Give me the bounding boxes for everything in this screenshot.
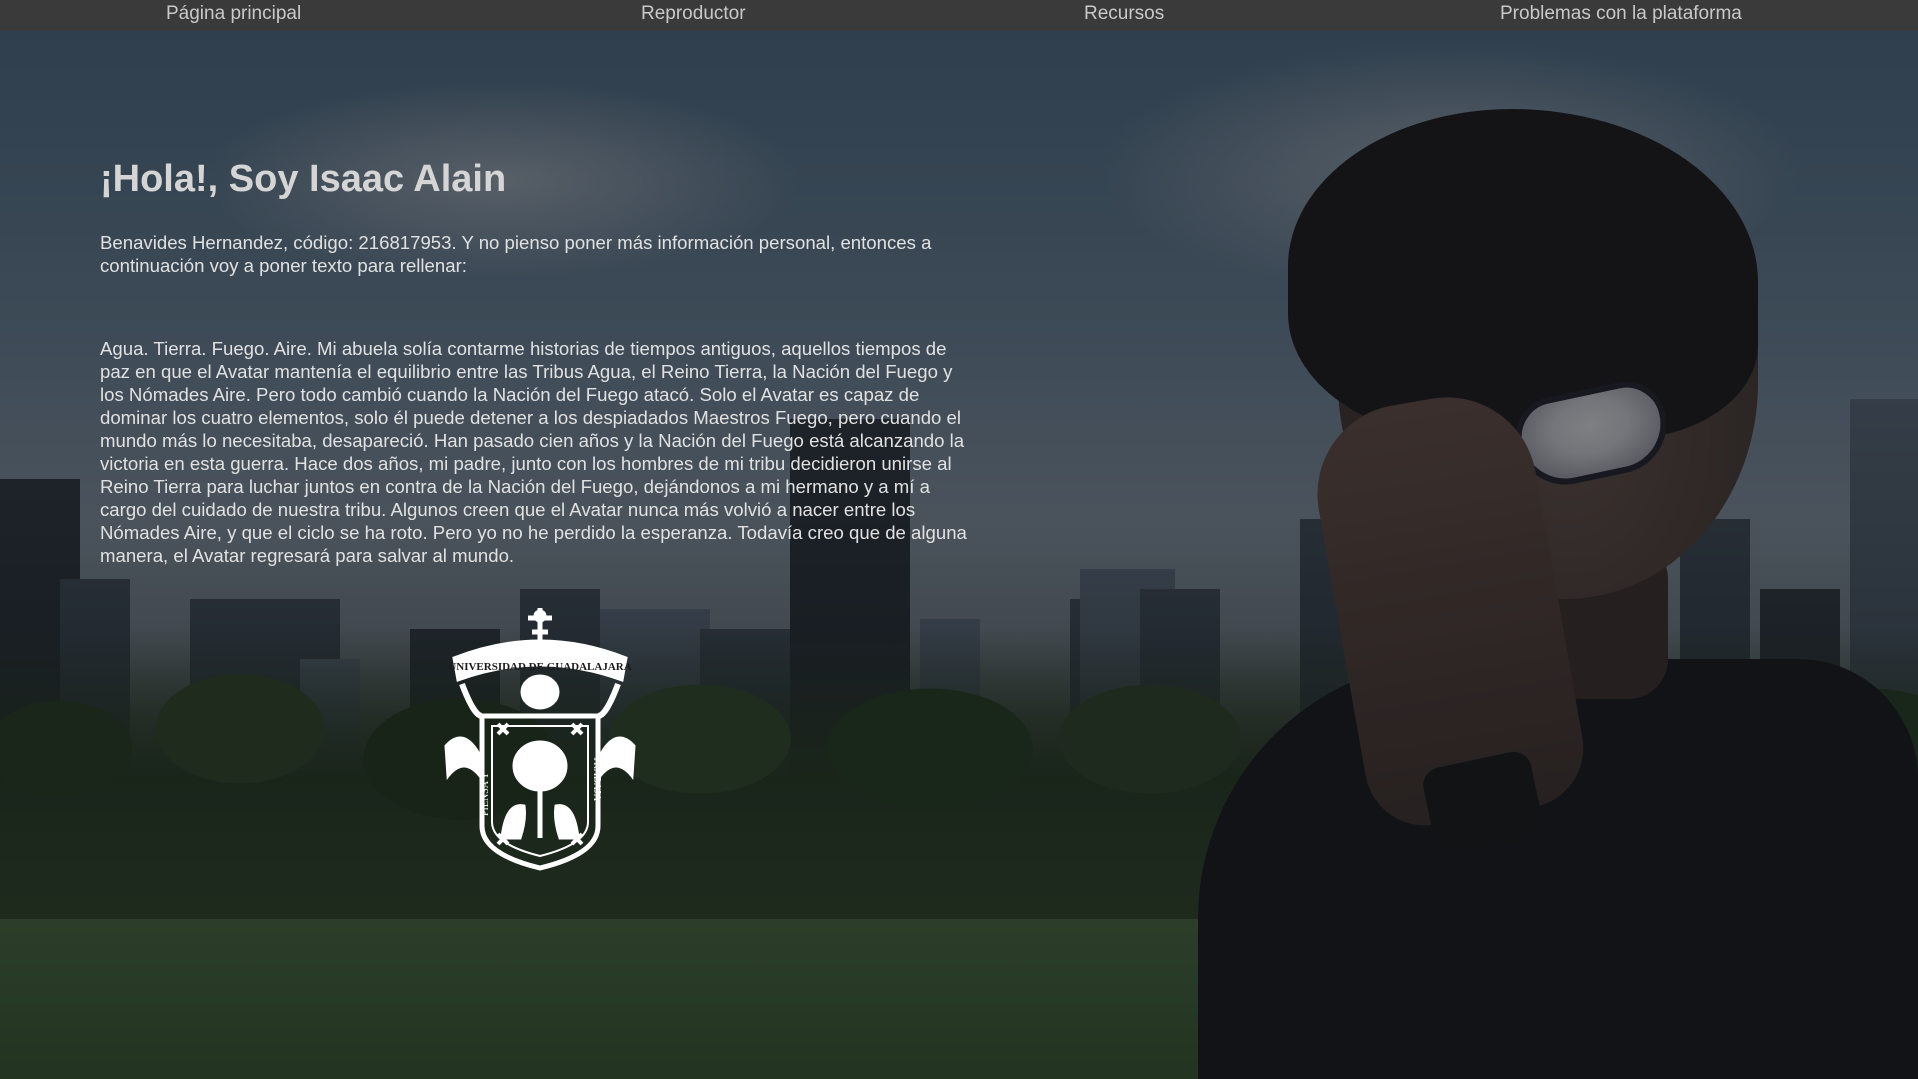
nav-link-pagina-principal[interactable]: Página principal <box>166 0 301 28</box>
story-paragraph: Agua. Tierra. Fuego. Aire. Mi abuela sol… <box>100 338 967 566</box>
top-navbar: Página principal Reproductor Recursos Pr… <box>0 0 1918 31</box>
crest-banner-text: UNIVERSIDAD DE GUADALAJARA <box>448 661 631 673</box>
intro-paragraph: Benavides Hernandez, código: 216817953. … <box>100 232 932 276</box>
crest-right-motto: TRABAJA <box>591 756 602 802</box>
nav-link-recursos[interactable]: Recursos <box>1084 0 1164 28</box>
crest-left-motto: PIENSA Y <box>480 772 491 816</box>
universidad-de-guadalajara-crest-icon: UNIVERSIDAD DE GUADALAJARA PIENSA Y TRAB… <box>444 606 636 874</box>
page-title: ¡Hola!, Soy Isaac Alain <box>100 158 507 200</box>
nav-link-problemas-plataforma[interactable]: Problemas con la plataforma <box>1500 0 1742 28</box>
nav-link-reproductor[interactable]: Reproductor <box>641 0 746 28</box>
